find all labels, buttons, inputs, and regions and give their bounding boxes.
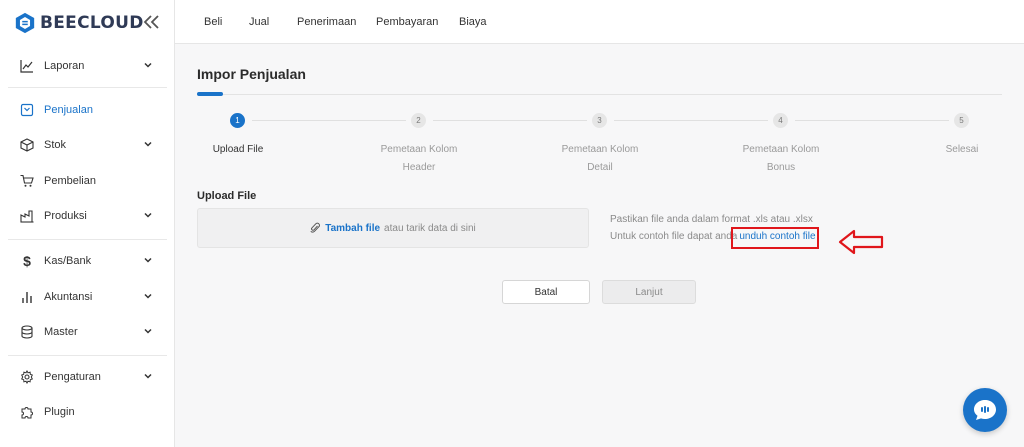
file-dropzone[interactable]: Tambah file atau tarik data di sini (197, 208, 589, 248)
sidebar-item-pengaturan[interactable]: Pengaturan (0, 362, 175, 392)
gear-icon (20, 370, 34, 384)
annotation-highlight-box (731, 227, 819, 249)
step-2-label: Pemetaan Kolom Header (380, 144, 458, 173)
step-2-indicator: 2 (411, 113, 426, 128)
topnav-beli[interactable]: Beli (204, 16, 222, 28)
step-1-indicator: 1 (230, 113, 245, 128)
brand-logo[interactable]: BEECLOUD (14, 10, 144, 36)
sales-icon (20, 103, 34, 117)
sidebar-item-penjualan[interactable]: Penjualan (0, 95, 175, 125)
topnav-jual[interactable]: Jual (249, 16, 269, 28)
sidebar-item-produksi[interactable]: Produksi (0, 201, 175, 231)
upload-section-label: Upload File (197, 190, 257, 202)
step-4-indicator: 4 (773, 113, 788, 128)
sidebar-divider (8, 355, 167, 356)
bar-chart-icon (20, 290, 34, 304)
chevron-down-icon (144, 141, 152, 147)
add-file-link[interactable]: Tambah file (325, 223, 380, 234)
sidebar-item-label: Stok (44, 139, 67, 151)
factory-icon (20, 209, 34, 223)
chevron-down-icon (144, 257, 152, 263)
topnav-biaya[interactable]: Biaya (459, 16, 487, 28)
sidebar-item-label: Penjualan (44, 104, 93, 116)
chevron-down-icon (144, 328, 152, 334)
chevron-down-icon (144, 293, 152, 299)
topnav-penerimaan[interactable]: Penerimaan (297, 16, 356, 28)
sidebar-item-akuntansi[interactable]: Akuntansi (0, 282, 175, 312)
step-5-label: Selesai (945, 144, 979, 155)
step-1-label: Upload File (212, 144, 264, 155)
brand-name: BEECLOUD (40, 13, 144, 33)
sidebar-item-laporan[interactable]: Laporan (0, 51, 175, 81)
sidebar-item-stok[interactable]: Stok (0, 130, 175, 160)
sidebar-item-label: Produksi (44, 210, 87, 222)
step-5-indicator: 5 (954, 113, 969, 128)
format-info-text: Pastikan file anda dalam format .xls ata… (610, 214, 813, 225)
sidebar-divider (8, 87, 167, 88)
sidebar: BEECLOUD Laporan Penjualan Stok Pembelia… (0, 0, 175, 447)
step-3-indicator: 3 (592, 113, 607, 128)
stepper-connector (614, 120, 768, 121)
top-navbar: Beli Jual Penerimaan Pembayaran Biaya (175, 0, 1024, 44)
beecloud-logo-icon (15, 12, 35, 34)
box-icon (20, 138, 34, 152)
chevron-down-icon (144, 373, 152, 379)
chat-support-button[interactable] (963, 388, 1007, 432)
chevron-down-icon (144, 62, 152, 68)
step-3-label: Pemetaan Kolom Detail (561, 144, 639, 173)
cancel-button[interactable]: Batal (502, 280, 590, 304)
dollar-icon: $ (23, 253, 31, 269)
double-chevron-left-icon[interactable] (143, 14, 161, 30)
drop-hint-text: atau tarik data di sini (384, 222, 476, 234)
sidebar-item-kas-bank[interactable]: $ Kas/Bank (0, 246, 175, 276)
chart-line-icon (20, 59, 34, 73)
stepper-connector (252, 120, 406, 121)
sidebar-item-plugin[interactable]: Plugin (0, 397, 175, 427)
cart-icon (20, 174, 34, 188)
annotation-arrow-icon (838, 229, 884, 255)
sidebar-item-label: Kas/Bank (44, 255, 92, 267)
stepper-connector (795, 120, 949, 121)
sidebar-item-label: Plugin (44, 406, 75, 418)
step-4-label: Pemetaan Kolom Bonus (742, 144, 820, 173)
sidebar-item-pembelian[interactable]: Pembelian (0, 166, 175, 196)
database-icon (20, 325, 34, 339)
next-button[interactable]: Lanjut (602, 280, 696, 304)
title-divider (197, 94, 1002, 95)
title-accent-bar (197, 92, 223, 96)
sidebar-divider (8, 239, 167, 240)
stepper-connector (433, 120, 587, 121)
sidebar-item-label: Laporan (44, 60, 85, 72)
puzzle-icon (20, 405, 34, 419)
topnav-pembayaran[interactable]: Pembayaran (376, 16, 438, 28)
sidebar-item-master[interactable]: Master (0, 317, 175, 347)
paperclip-icon (310, 222, 321, 233)
sidebar-item-label: Pengaturan (44, 371, 101, 383)
sidebar-item-label: Master (44, 326, 78, 338)
sidebar-item-label: Pembelian (44, 175, 96, 187)
page-title: Impor Penjualan (197, 66, 306, 82)
chat-bubble-icon (974, 400, 996, 420)
chevron-down-icon (144, 212, 152, 218)
sidebar-item-label: Akuntansi (44, 291, 93, 303)
